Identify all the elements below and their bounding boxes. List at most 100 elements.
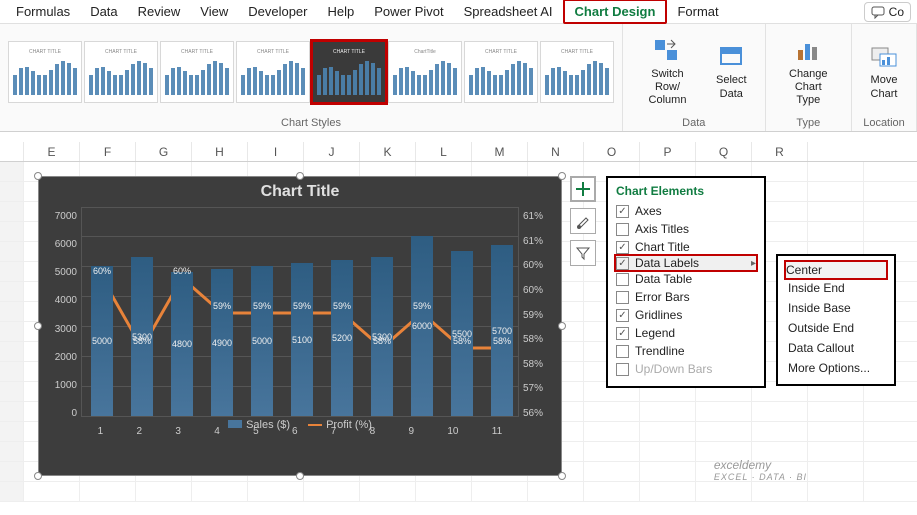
column-header[interactable]: Q — [696, 142, 752, 161]
checkbox[interactable] — [616, 223, 629, 236]
line-data-label: 58% — [133, 336, 151, 346]
chart-filters-button[interactable] — [570, 240, 596, 266]
column-header[interactable]: G — [136, 142, 192, 161]
line-data-label: 60% — [93, 266, 111, 276]
tab-data[interactable]: Data — [80, 1, 127, 22]
move-chart-button[interactable]: Move Chart — [860, 38, 908, 104]
resize-handle[interactable] — [296, 472, 304, 480]
column-header[interactable]: J — [304, 142, 360, 161]
chart-element-item[interactable]: Data Table — [616, 270, 756, 288]
line-data-label: 58% — [373, 336, 391, 346]
chart-style-thumb[interactable]: CHART TITLE — [160, 41, 234, 103]
brush-icon — [575, 213, 591, 229]
chart-style-thumb[interactable]: CHART TITLE — [236, 41, 310, 103]
chart-style-thumb[interactable]: CHART TITLE — [312, 41, 386, 103]
column-header[interactable]: F — [80, 142, 136, 161]
checkbox[interactable] — [616, 273, 629, 286]
x-tick: 7 — [331, 426, 337, 437]
chart-style-thumb[interactable]: ChartTitle — [388, 41, 462, 103]
column-header[interactable]: N — [528, 142, 584, 161]
x-tick: 4 — [214, 426, 220, 437]
bar-data-label: 5000 — [92, 336, 112, 346]
item-label: Trendline — [635, 344, 685, 358]
chart-styles-button[interactable] — [570, 208, 596, 234]
column-header[interactable]: L — [416, 142, 472, 161]
tab-review[interactable]: Review — [128, 1, 191, 22]
resize-handle[interactable] — [558, 322, 566, 330]
submenu-item[interactable]: Inside Base — [786, 298, 886, 318]
chart-element-item[interactable]: Error Bars — [616, 288, 756, 306]
submenu-item[interactable]: More Options... — [786, 358, 886, 378]
column-header[interactable]: P — [640, 142, 696, 161]
checkbox[interactable]: ✓ — [616, 309, 629, 322]
item-label: Data Table — [635, 272, 692, 286]
bar-data-label: 6000 — [412, 321, 432, 331]
chart-element-item[interactable]: Trendline — [616, 342, 756, 360]
tab-format[interactable]: Format — [667, 1, 728, 22]
y-axis-left: 01000200030004000500060007000 — [47, 211, 77, 419]
column-header[interactable]: I — [248, 142, 304, 161]
tab-help[interactable]: Help — [318, 1, 365, 22]
ribbon: CHART TITLECHART TITLECHART TITLECHART T… — [0, 24, 917, 132]
plot-area[interactable]: 5000530048004900500051005200530060005500… — [81, 207, 519, 417]
chart-element-item[interactable]: Axis Titles — [616, 220, 756, 238]
column-header[interactable]: E — [24, 142, 80, 161]
chart-element-item[interactable]: ✓Axes — [616, 202, 756, 220]
x-tick: 10 — [447, 426, 458, 437]
chart-style-thumb[interactable]: CHART TITLE — [8, 41, 82, 103]
chart-title[interactable]: Chart Title — [39, 177, 561, 207]
resize-handle[interactable] — [34, 172, 42, 180]
checkbox[interactable] — [616, 345, 629, 358]
checkbox[interactable]: ✓ — [616, 241, 629, 254]
item-label: Gridlines — [635, 308, 682, 322]
x-tick: 1 — [98, 426, 104, 437]
tab-developer[interactable]: Developer — [238, 1, 317, 22]
submenu-item[interactable]: Outside End — [786, 318, 886, 338]
submenu-item[interactable]: Data Callout — [786, 338, 886, 358]
resize-handle[interactable] — [558, 472, 566, 480]
tab-view[interactable]: View — [190, 1, 238, 22]
column-header[interactable]: M — [472, 142, 528, 161]
resize-handle[interactable] — [34, 322, 42, 330]
change-chart-type-button[interactable]: Change Chart Type — [774, 32, 843, 112]
x-tick: 9 — [409, 426, 415, 437]
submenu-item[interactable]: Center — [784, 260, 888, 280]
column-header[interactable] — [0, 142, 24, 161]
chart-style-thumb[interactable]: CHART TITLE — [540, 41, 614, 103]
worksheet[interactable]: Chart Title 0100020003000400050006000700… — [0, 162, 917, 512]
item-label: Chart Title — [635, 240, 690, 254]
chart-element-item[interactable]: ✓ Legend — [616, 324, 756, 342]
checkbox[interactable]: ✓ — [616, 205, 629, 218]
checkbox[interactable]: ✓ — [616, 327, 629, 340]
chart-style-thumb[interactable]: CHART TITLE — [464, 41, 538, 103]
ribbon-tabs: Formulas Data Review View Developer Help… — [0, 0, 917, 24]
item-label: Legend — [635, 326, 675, 340]
checkbox[interactable]: ✓ — [616, 257, 629, 270]
tab-chart-design[interactable]: Chart Design — [563, 0, 668, 24]
submenu-item[interactable]: Inside End — [786, 278, 886, 298]
comments-button[interactable]: Co — [864, 2, 911, 22]
tab-powerpivot[interactable]: Power Pivot — [364, 1, 453, 22]
bar-data-label: 5200 — [332, 333, 352, 343]
chart-elements-button[interactable] — [570, 176, 596, 202]
item-label: Data Labels — [635, 256, 699, 270]
tab-spreadsheet-ai[interactable]: Spreadsheet AI — [454, 1, 563, 22]
checkbox[interactable] — [616, 291, 629, 304]
chart-element-item[interactable]: ✓ Gridlines — [616, 306, 756, 324]
funnel-icon — [575, 245, 591, 261]
chart-style-thumb[interactable]: CHART TITLE — [84, 41, 158, 103]
select-data-button[interactable]: Select Data — [706, 38, 757, 104]
tab-formulas[interactable]: Formulas — [6, 1, 80, 22]
resize-handle[interactable] — [558, 172, 566, 180]
popup-title: Chart Elements — [616, 184, 756, 198]
checkbox[interactable] — [616, 363, 629, 376]
column-header[interactable]: O — [584, 142, 640, 161]
column-header[interactable]: H — [192, 142, 248, 161]
switch-row-column-button[interactable]: Switch Row/ Column — [631, 32, 704, 112]
chart-element-item: Up/Down Bars — [616, 360, 756, 378]
resize-handle[interactable] — [296, 172, 304, 180]
column-header[interactable]: R — [752, 142, 808, 161]
embedded-chart[interactable]: Chart Title 0100020003000400050006000700… — [38, 176, 562, 476]
resize-handle[interactable] — [34, 472, 42, 480]
column-header[interactable]: K — [360, 142, 416, 161]
